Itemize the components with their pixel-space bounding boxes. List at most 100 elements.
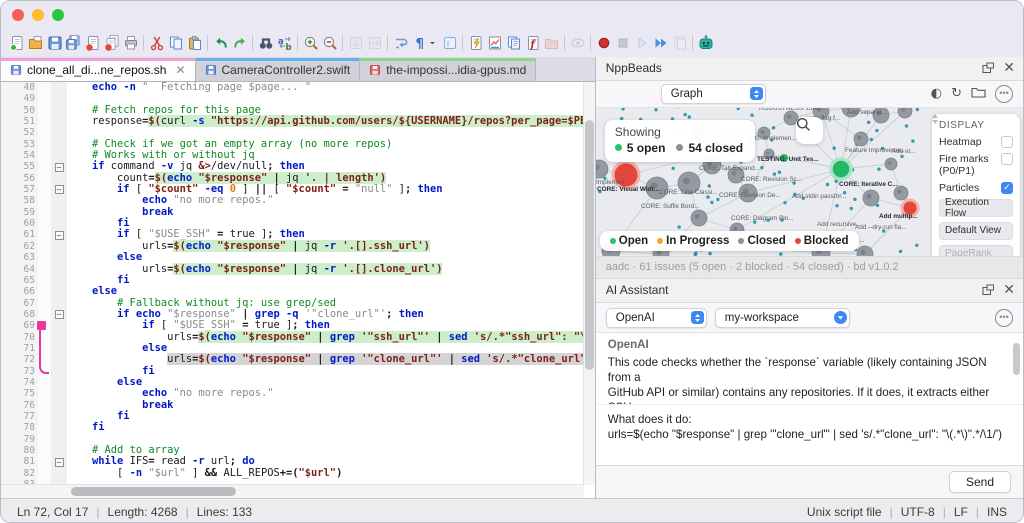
bookmark-margin[interactable] <box>38 173 51 184</box>
bookmark-margin[interactable] <box>38 422 51 433</box>
replace-button[interactable]: ab <box>275 34 294 53</box>
fold-margin[interactable] <box>51 150 67 161</box>
fold-margin[interactable] <box>51 105 67 116</box>
bookmark-margin[interactable] <box>38 116 51 127</box>
close-all-button[interactable] <box>102 34 121 53</box>
fold-margin[interactable] <box>51 93 67 104</box>
issue-dependency-graph[interactable]: ROBUSTNESS: Error...Add --lines flag ...… <box>596 108 1023 258</box>
fold-margin[interactable] <box>51 264 67 275</box>
close-ai-panel-icon[interactable]: ✕ <box>1003 282 1015 298</box>
save-button[interactable] <box>45 34 64 53</box>
code-line-78[interactable]: 78 fi <box>1 422 584 433</box>
bookmark-margin[interactable] <box>38 275 51 286</box>
fold-collapse-icon[interactable]: − <box>55 163 64 172</box>
checkbox[interactable]: ✓ <box>1001 182 1013 194</box>
undock-panel-icon[interactable] <box>982 62 995 74</box>
fold-margin[interactable] <box>51 298 67 309</box>
code-line-51[interactable]: 51 response=$(curl -s "https://api.githu… <box>1 116 584 127</box>
ai-response-area[interactable]: OpenAI This code checks whether the `res… <box>596 333 1023 404</box>
bookmark-margin[interactable] <box>38 411 51 422</box>
bookmark-marker[interactable] <box>37 321 46 330</box>
close-window-button[interactable] <box>12 9 24 21</box>
code-editor[interactable]: 48 echo -n " Fetching page $page... "49 5… <box>1 82 595 498</box>
caret-down-icon[interactable] <box>429 34 440 53</box>
bookmark-margin[interactable] <box>38 434 51 445</box>
tab-2[interactable]: CameraController2.swift <box>196 58 361 81</box>
doc-map-button[interactable] <box>485 34 504 53</box>
bookmark-margin[interactable] <box>38 127 51 138</box>
close-tab-icon[interactable]: ✕ <box>175 65 185 75</box>
show-all-chars-button[interactable]: ¶ <box>410 34 429 53</box>
send-button[interactable]: Send <box>949 471 1011 493</box>
fold-margin[interactable] <box>51 354 67 365</box>
ai-provider-select[interactable]: OpenAI <box>606 308 707 328</box>
fold-margin[interactable] <box>51 445 67 456</box>
fold-margin[interactable] <box>51 173 67 184</box>
more-options-icon[interactable]: ••• <box>995 85 1013 103</box>
redo-button[interactable] <box>230 34 249 53</box>
bookmark-margin[interactable] <box>38 161 51 172</box>
copy-button[interactable] <box>166 34 185 53</box>
code-line-48[interactable]: 48 echo -n " Fetching page $page... " <box>1 82 584 93</box>
minimize-window-button[interactable] <box>32 9 44 21</box>
fold-margin[interactable] <box>51 400 67 411</box>
bookmark-margin[interactable] <box>38 388 51 399</box>
bookmark-margin[interactable] <box>38 93 51 104</box>
bookmark-margin[interactable] <box>38 195 51 206</box>
bookmark-margin[interactable] <box>38 218 51 229</box>
code-line-49[interactable]: 49 <box>1 93 584 104</box>
save-all-button[interactable] <box>64 34 83 53</box>
cut-button[interactable] <box>147 34 166 53</box>
fold-margin[interactable] <box>51 411 67 422</box>
fold-margin[interactable]: − <box>51 309 67 320</box>
ai-more-options-icon[interactable]: ••• <box>995 309 1013 327</box>
fold-margin[interactable] <box>51 275 67 286</box>
contrast-icon[interactable]: ◐ <box>931 86 942 101</box>
ai-prompt-input[interactable]: What does it do: urls=$(echo "$response"… <box>596 405 1023 467</box>
code-line-72[interactable]: 72 urls=$(echo "$response" | grep '"clon… <box>1 354 584 365</box>
paste-button[interactable] <box>185 34 204 53</box>
fold-margin[interactable] <box>51 286 67 297</box>
fold-margin[interactable] <box>51 388 67 399</box>
eol-mode[interactable]: LF <box>954 505 968 519</box>
file-type[interactable]: Unix script file <box>807 505 882 519</box>
fold-margin[interactable]: − <box>51 161 67 172</box>
fold-margin[interactable] <box>51 218 67 229</box>
fold-margin[interactable]: − <box>51 456 67 467</box>
bookmark-margin[interactable] <box>38 264 51 275</box>
fold-margin[interactable] <box>51 366 67 377</box>
bookmark-margin[interactable] <box>38 298 51 309</box>
refresh-icon[interactable]: ↻ <box>951 86 962 101</box>
fold-margin[interactable] <box>51 207 67 218</box>
word-wrap-button[interactable] <box>391 34 410 53</box>
find-button[interactable] <box>256 34 275 53</box>
code-line-75[interactable]: 75 echo "no more repos." <box>1 388 584 399</box>
view-select-default-view[interactable]: Default View <box>939 222 1013 240</box>
fold-margin[interactable] <box>51 195 67 206</box>
fold-collapse-icon[interactable]: − <box>55 231 64 240</box>
fold-margin[interactable] <box>51 252 67 263</box>
tab-3[interactable]: the-impossi...idia-gpus.md <box>360 58 536 81</box>
close-panel-icon[interactable]: ✕ <box>1003 60 1015 76</box>
bookmark-margin[interactable] <box>38 105 51 116</box>
graph-search-button[interactable] <box>796 117 823 144</box>
fold-margin[interactable] <box>51 468 67 479</box>
bookmark-margin[interactable] <box>38 286 51 297</box>
fold-margin[interactable] <box>51 82 67 93</box>
code-text-area[interactable]: 48 echo -n " Fetching page $page... "49 5… <box>1 82 584 485</box>
fold-collapse-icon[interactable]: − <box>55 458 64 467</box>
close-button[interactable] <box>83 34 102 53</box>
fold-margin[interactable]: − <box>51 184 67 195</box>
function-list-button[interactable]: f <box>523 34 542 53</box>
fold-margin[interactable] <box>51 332 67 343</box>
insert-mode[interactable]: INS <box>987 505 1007 519</box>
bookmark-margin[interactable] <box>38 150 51 161</box>
ai-content-scrollbar[interactable] <box>1013 343 1020 375</box>
new-file-button[interactable] <box>7 34 26 53</box>
open-file-button[interactable] <box>26 34 45 53</box>
bookmark-margin[interactable] <box>38 377 51 388</box>
run-multiple-button[interactable] <box>651 34 670 53</box>
fold-margin[interactable] <box>51 116 67 127</box>
user-dialog-button[interactable] <box>466 34 485 53</box>
print-button[interactable] <box>121 34 140 53</box>
